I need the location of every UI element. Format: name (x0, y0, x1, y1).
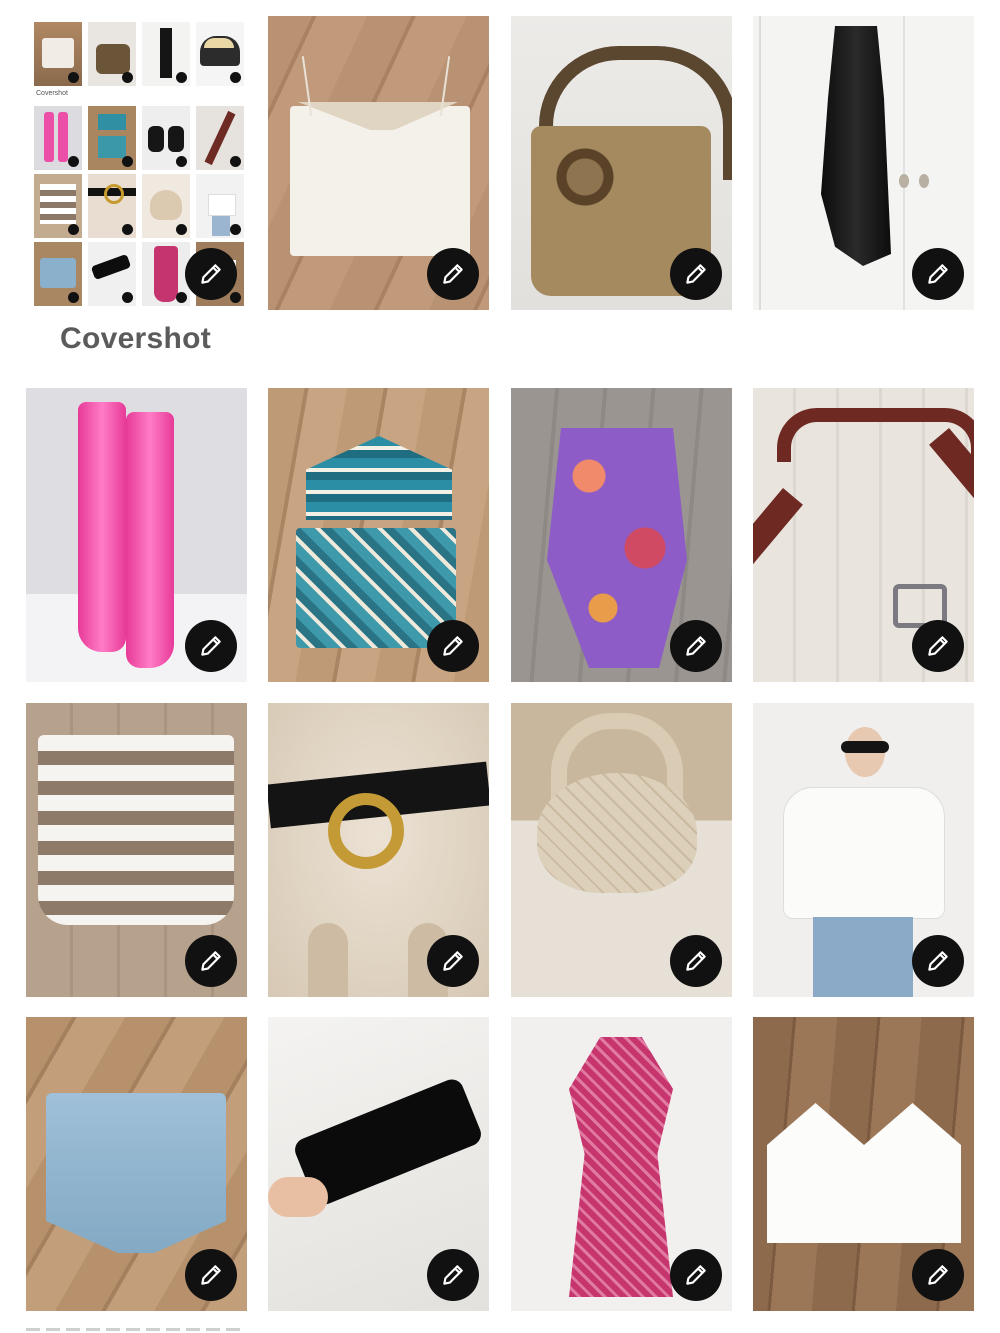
item-tile-crochet-set[interactable] (268, 388, 489, 682)
collage-thumb-knit-shorts (34, 174, 82, 238)
item-tile-eyelet-top[interactable] (753, 703, 974, 997)
item-tile-denim-shorts[interactable] (26, 1017, 247, 1311)
pencil-icon (443, 1265, 463, 1285)
collage-thumb-ring-belt (88, 174, 136, 238)
edit-button[interactable] (427, 935, 479, 987)
pencil-icon (201, 636, 221, 656)
cover-edit-button[interactable] (185, 248, 237, 300)
covershot-label: Covershot (60, 322, 212, 355)
edit-button[interactable] (670, 620, 722, 672)
edit-button[interactable] (427, 1249, 479, 1301)
collage-thumb-denim (34, 242, 82, 306)
pencil-icon (443, 636, 463, 656)
collage-thumb-camisole (34, 22, 82, 86)
edit-button[interactable] (670, 248, 722, 300)
pencil-icon (443, 951, 463, 971)
pencil-icon (686, 636, 706, 656)
edit-button[interactable] (185, 620, 237, 672)
collage-thumb-crochet (88, 106, 136, 170)
collage-thumb-belt (196, 106, 244, 170)
edit-button[interactable] (912, 935, 964, 987)
item-tile-lace-bralette[interactable] (753, 1017, 974, 1311)
item-tile-lace-camisole[interactable] (268, 16, 489, 310)
edit-button[interactable] (185, 1249, 237, 1301)
item-tile-woven-bag[interactable] (511, 703, 732, 997)
collage-caption: Covershot (36, 90, 68, 97)
collage-thumb-cap (196, 22, 244, 86)
pencil-icon (928, 636, 948, 656)
item-tile-ring-belt[interactable] (268, 703, 489, 997)
collage-thumb-sandals (142, 106, 190, 170)
item-tile-sunglasses[interactable] (268, 1017, 489, 1311)
edit-button[interactable] (670, 935, 722, 987)
pencil-icon (928, 1265, 948, 1285)
item-tile-black-slip[interactable] (753, 16, 974, 310)
edit-button[interactable] (912, 1249, 964, 1301)
item-tile-pink-dress[interactable] (511, 1017, 732, 1311)
pencil-icon (201, 1265, 221, 1285)
edit-button[interactable] (912, 248, 964, 300)
item-tile-snakeskin-bag[interactable] (511, 16, 732, 310)
collage-thumb-slip (142, 22, 190, 86)
item-tile-studded-belt[interactable] (753, 388, 974, 682)
collage-thumb-boots (34, 106, 82, 170)
pencil-icon (201, 264, 221, 284)
pencil-icon (686, 1265, 706, 1285)
pencil-icon (928, 951, 948, 971)
edit-button[interactable] (185, 935, 237, 987)
collage-thumb-bag (88, 22, 136, 86)
edit-button[interactable] (670, 1249, 722, 1301)
scroll-hint-divider (26, 1328, 246, 1331)
pencil-icon (686, 264, 706, 284)
edit-button[interactable] (427, 248, 479, 300)
item-tile-knit-shorts[interactable] (26, 703, 247, 997)
collage-thumb-pink-dress (142, 242, 190, 306)
collage-thumb-hobo (142, 174, 190, 238)
pencil-icon (686, 951, 706, 971)
edit-button[interactable] (427, 620, 479, 672)
pencil-icon (443, 264, 463, 284)
item-tile-pink-boots[interactable] (26, 388, 247, 682)
edit-button[interactable] (912, 620, 964, 672)
covershot-collage[interactable]: Covershot (26, 16, 247, 310)
pencil-icon (928, 264, 948, 284)
collage-thumb-tie-top (196, 174, 244, 238)
collage-thumb-sunglasses (88, 242, 136, 306)
item-tile-floral-swimsuit[interactable] (511, 388, 732, 682)
pencil-icon (201, 951, 221, 971)
